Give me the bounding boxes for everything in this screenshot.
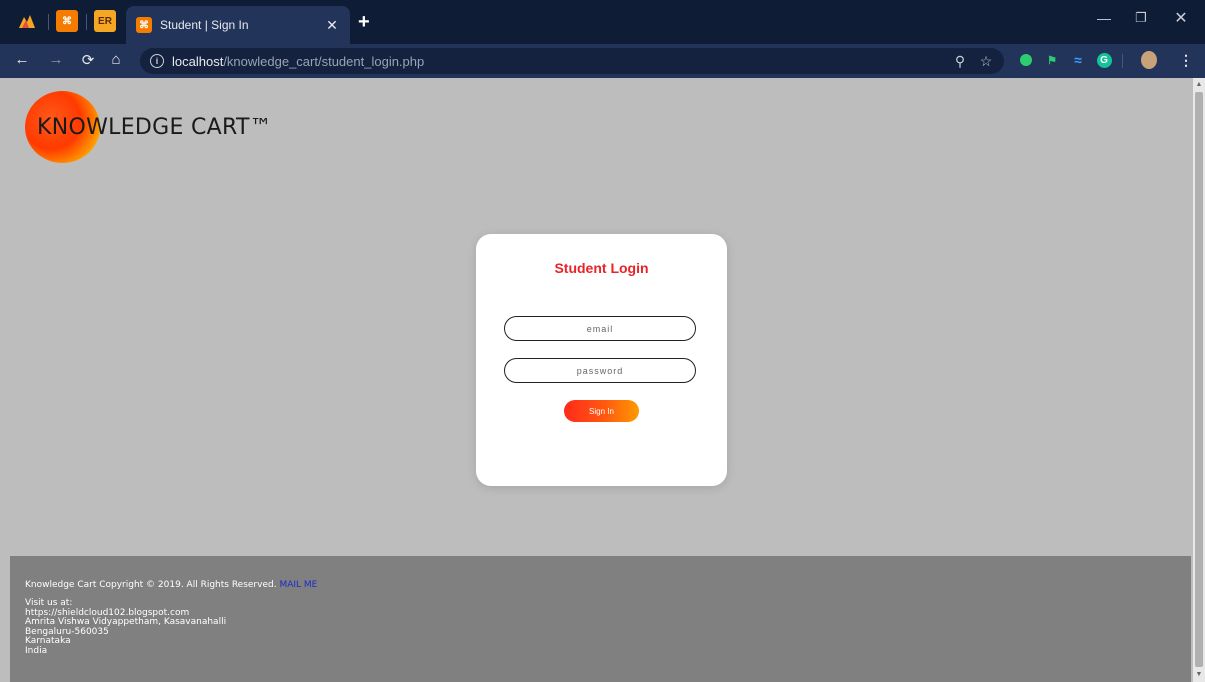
- home-icon[interactable]: ⌂: [106, 51, 126, 68]
- tab-separator: [48, 14, 49, 30]
- profile-avatar-icon[interactable]: [1141, 51, 1157, 69]
- browser-toolbar: ← → ⟳ ⌂ i localhost/knowledge_cart/stude…: [0, 44, 1205, 78]
- close-window-icon[interactable]: ✕: [1171, 8, 1191, 28]
- xampp-icon: ⌘: [136, 17, 152, 33]
- page-viewport: KNOWLEDGE CART™ Student Login Sign In Kn…: [10, 78, 1191, 682]
- tab-title: Student | Sign In: [160, 18, 249, 32]
- extension-green-dot-icon[interactable]: [1018, 52, 1034, 68]
- bookmark-star-icon[interactable]: ☆: [976, 53, 996, 70]
- url-path: /knowledge_cart/student_login.php: [223, 53, 425, 69]
- footer-copyright: Knowledge Cart Copyright © 2019. All Rig…: [25, 580, 317, 590]
- address-country: India: [25, 645, 48, 656]
- page-scrollbar[interactable]: ▲ ▼: [1193, 78, 1205, 682]
- close-icon[interactable]: ✕: [324, 17, 340, 34]
- footer-address: Visit us at: https://shieldcloud102.blog…: [25, 598, 226, 656]
- info-icon[interactable]: i: [150, 54, 164, 68]
- sign-in-button[interactable]: Sign In: [564, 400, 639, 422]
- login-title: Student Login: [554, 260, 649, 276]
- xampp-icon: ⌘: [62, 15, 72, 27]
- reload-icon[interactable]: ⟳: [78, 51, 98, 69]
- site-logo[interactable]: KNOWLEDGE CART™: [25, 91, 272, 163]
- extension-flag-icon[interactable]: ⚑: [1044, 52, 1060, 68]
- forward-arrow-icon[interactable]: →: [46, 51, 66, 68]
- back-arrow-icon[interactable]: ←: [12, 51, 32, 68]
- address-state: Karnataka: [25, 636, 71, 646]
- scroll-thumb[interactable]: [1195, 92, 1203, 667]
- scroll-down-icon[interactable]: ▼: [1195, 671, 1203, 679]
- copyright-text: Knowledge Cart Copyright © 2019. All Rig…: [25, 580, 277, 590]
- login-card: Student Login Sign In: [476, 234, 727, 486]
- url-host: localhost: [172, 53, 224, 69]
- er-icon: ER: [98, 15, 112, 27]
- zoom-icon[interactable]: ⚲: [950, 53, 970, 70]
- pinned-tab-er[interactable]: ER: [94, 10, 116, 32]
- restore-icon[interactable]: ❐: [1131, 10, 1151, 26]
- mail-me-link[interactable]: MAIL ME: [279, 580, 317, 590]
- scroll-up-icon[interactable]: ▲: [1195, 81, 1203, 89]
- password-input[interactable]: [504, 358, 696, 383]
- pinned-tab-xampp[interactable]: ⌘: [56, 10, 78, 32]
- address-bar[interactable]: i localhost/knowledge_cart/student_login…: [140, 48, 1004, 74]
- tab-separator: [86, 14, 87, 30]
- tab-student-sign-in[interactable]: ⌘ Student | Sign In ✕: [126, 6, 350, 44]
- menu-kebab-icon[interactable]: ⋮: [1178, 52, 1194, 68]
- logo-text: KNOWLEDGE CART™: [37, 114, 273, 140]
- email-input[interactable]: [504, 316, 696, 341]
- browser-tabbar: ⌘ ER ⌘ Student | Sign In ✕ + — ❐ ✕: [0, 0, 1205, 44]
- mountain-icon: [19, 15, 35, 28]
- pinned-tab-mountain[interactable]: [16, 10, 38, 32]
- footer: Knowledge Cart Copyright © 2019. All Rig…: [10, 556, 1191, 682]
- toolbar-separator: [1122, 54, 1123, 68]
- new-tab-button[interactable]: +: [358, 12, 370, 32]
- extension-layers-icon[interactable]: ≈: [1070, 52, 1086, 68]
- minimize-icon[interactable]: —: [1094, 10, 1114, 26]
- grammarly-icon[interactable]: G: [1096, 52, 1112, 68]
